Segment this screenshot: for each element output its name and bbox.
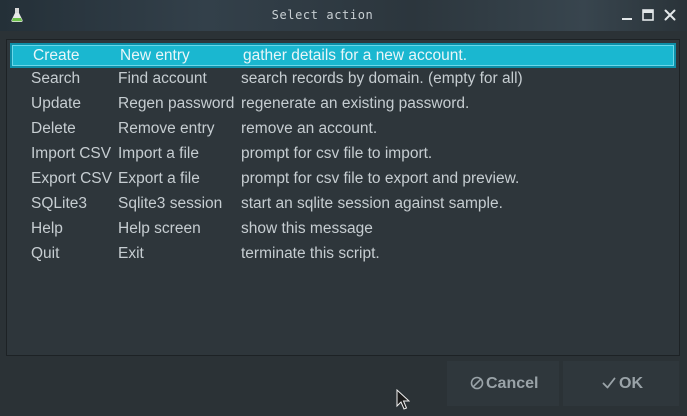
- title-bar[interactable]: Select action: [0, 0, 687, 31]
- description-label: start an sqlite session against sample.: [241, 195, 503, 212]
- window-title: Select action: [271, 8, 374, 22]
- ok-button[interactable]: OK: [563, 361, 679, 406]
- cancel-label: Cancel: [486, 375, 539, 392]
- list-item[interactable]: Import CSV Import a file prompt for csv …: [10, 142, 676, 167]
- description-label: remove an account.: [241, 120, 378, 137]
- command-label: Import CSV: [31, 145, 112, 162]
- cancel-button[interactable]: Cancel: [447, 361, 559, 406]
- action-list[interactable]: Create New entry gather details for a ne…: [6, 39, 680, 356]
- action-label: Sqlite3 session: [118, 195, 223, 212]
- cancel-icon: [470, 376, 484, 390]
- minimize-icon[interactable]: [619, 7, 635, 23]
- list-item[interactable]: Delete Remove entry remove an account.: [10, 117, 676, 142]
- select-action-dialog: Select action Create New entry gather de…: [0, 0, 687, 416]
- action-label: Import a file: [118, 145, 199, 162]
- description-label: prompt for csv file to export and previe…: [241, 170, 520, 187]
- action-label: Find account: [118, 70, 207, 87]
- description-label: show this message: [241, 220, 373, 237]
- command-label: Export CSV: [31, 170, 112, 187]
- description-label: terminate this script.: [241, 245, 380, 262]
- checkmark-icon: [602, 377, 616, 389]
- description-label: gather details for a new account.: [243, 47, 468, 64]
- command-label: Help: [31, 220, 63, 237]
- command-label: Create: [33, 47, 80, 64]
- list-item[interactable]: Quit Exit terminate this script.: [10, 242, 676, 267]
- list-item[interactable]: Export CSV Export a file prompt for csv …: [10, 167, 676, 192]
- action-label: Regen password: [118, 95, 235, 112]
- ok-label: OK: [619, 375, 643, 392]
- list-item[interactable]: Update Regen password regenerate an exis…: [10, 92, 676, 117]
- mouse-pointer-icon: [396, 389, 410, 410]
- list-item[interactable]: Create New entry gather details for a ne…: [10, 43, 676, 68]
- action-label: Export a file: [118, 170, 200, 187]
- action-label: Exit: [118, 245, 144, 262]
- description-label: prompt for csv file to import.: [241, 145, 433, 162]
- command-label: Update: [31, 95, 81, 112]
- list-item[interactable]: Help Help screen show this message: [10, 217, 676, 242]
- command-label: Search: [31, 70, 81, 87]
- list-item[interactable]: Search Find account search records by do…: [10, 67, 676, 92]
- close-icon[interactable]: [662, 7, 678, 23]
- action-label: New entry: [120, 47, 190, 64]
- command-label: Quit: [31, 245, 60, 262]
- maximize-icon[interactable]: [640, 7, 656, 23]
- description-label: regenerate an existing password.: [241, 95, 470, 112]
- action-label: Remove entry: [118, 120, 215, 137]
- command-label: Delete: [31, 120, 76, 137]
- list-item[interactable]: SQLite3 Sqlite3 session start an sqlite …: [10, 192, 676, 217]
- description-label: search records by domain. (empty for all…: [241, 70, 523, 87]
- action-label: Help screen: [118, 220, 201, 237]
- command-label: SQLite3: [31, 195, 88, 212]
